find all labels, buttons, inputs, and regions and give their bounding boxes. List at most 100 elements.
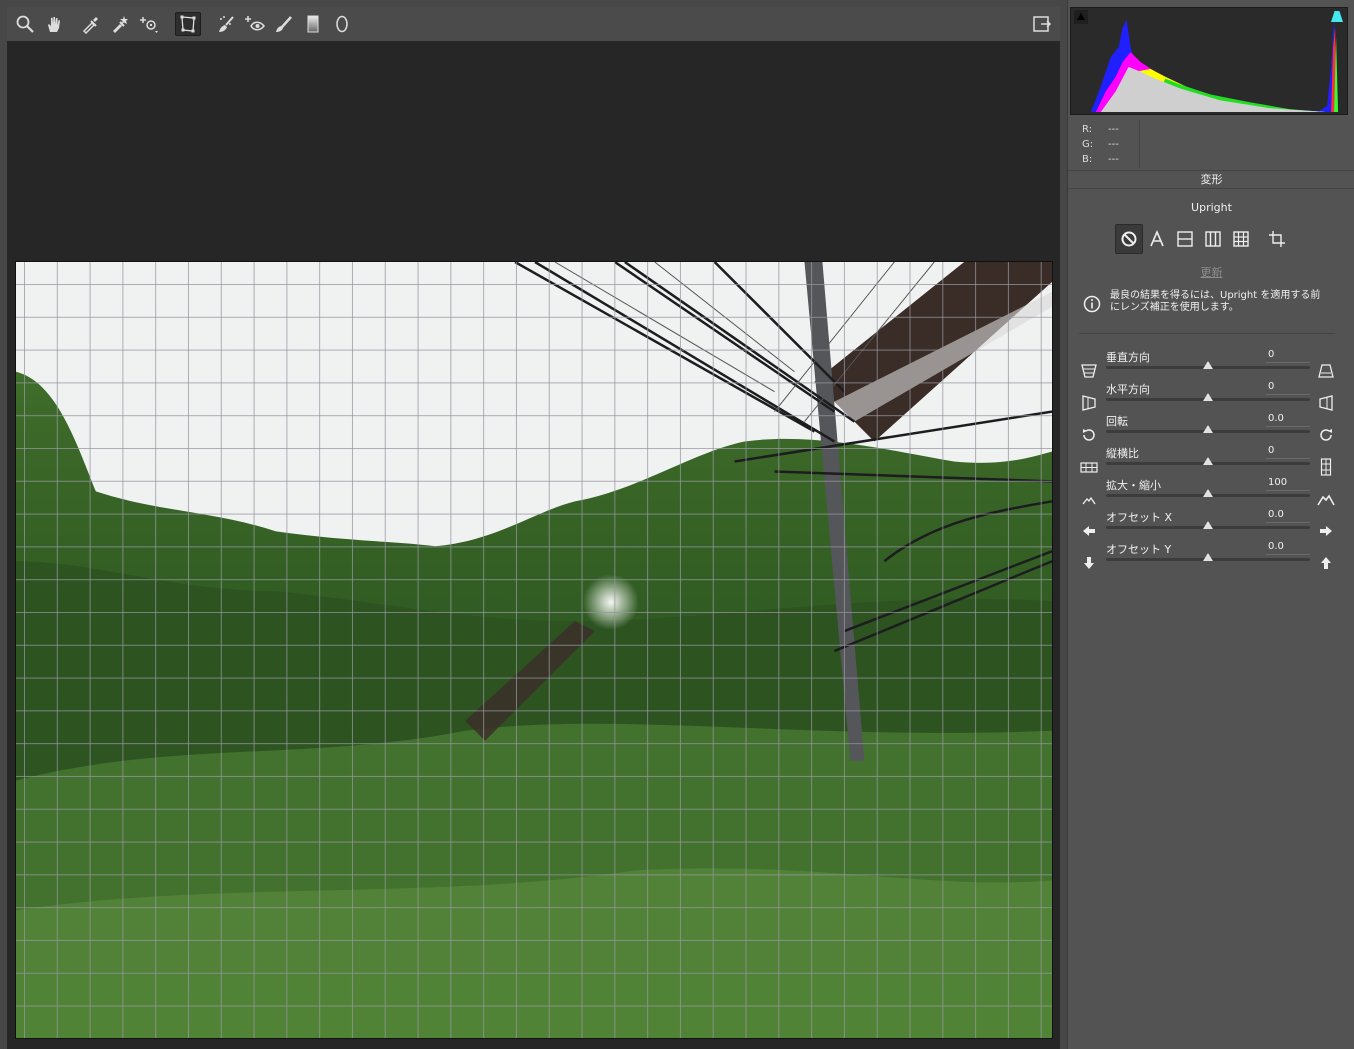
open-panel-button[interactable] [1029, 12, 1055, 36]
graduated-filter-icon [307, 15, 319, 33]
guided-crop-icon [1269, 231, 1285, 247]
info-text-line2: にレンズ補正を使用します。 [1110, 302, 1239, 313]
slider-thumb[interactable] [1203, 521, 1213, 529]
slider-label: 拡大・縮小 [1106, 479, 1161, 492]
slider-track[interactable] [1106, 521, 1310, 529]
slider-label: 水平方向 [1106, 383, 1150, 396]
slider-thumb[interactable] [1203, 489, 1213, 497]
rgb-readout: R: --- G: --- B: --- [1082, 122, 1119, 167]
target-adjust-icon [140, 17, 158, 33]
red-eye-tool[interactable] [242, 12, 268, 36]
full-grid-icon [1233, 231, 1249, 247]
slider-thumb[interactable] [1203, 393, 1213, 401]
slider-track[interactable] [1106, 361, 1310, 369]
slider-value[interactable]: 0 [1266, 349, 1310, 363]
slider-track[interactable] [1106, 393, 1310, 401]
info-message: 最良の結果を得るには、Upright を適用する前 にレンズ補正を使用します。 [1082, 290, 1344, 314]
targeted-adjustment-tool[interactable] [137, 12, 163, 36]
toolbar [7, 7, 1060, 41]
info-text-line1: 最良の結果を得るには、Upright を適用する前 [1110, 290, 1321, 301]
readout-divider [1139, 120, 1140, 168]
zoom-tool[interactable] [12, 12, 38, 36]
image-workspace [7, 7, 1060, 1049]
info-icon [1083, 295, 1101, 313]
slider-thumb[interactable] [1203, 361, 1213, 369]
slider-label: 縦横比 [1106, 447, 1139, 460]
b-value: --- [1108, 154, 1119, 165]
shadow-clipping-warning[interactable] [1074, 10, 1088, 24]
g-value: --- [1108, 139, 1119, 150]
histogram-graph [1090, 17, 1339, 113]
b-label: B: [1082, 154, 1093, 165]
aspect-tall-icon [1320, 458, 1332, 476]
radial-filter-icon [336, 15, 348, 33]
slider-value[interactable]: 0.0 [1266, 413, 1310, 427]
rotate-cw-icon [1320, 429, 1332, 441]
slider-value[interactable]: 0.0 [1266, 509, 1310, 523]
slider-offset-y: オフセット Y 0.0 [1068, 541, 1354, 573]
auto-a-icon [1150, 230, 1164, 247]
slider-rotate: 回転 0.0 [1068, 413, 1354, 445]
arrow-up-icon [1321, 557, 1331, 569]
slider-thumb[interactable] [1203, 457, 1213, 465]
rotate-ccw-icon [1083, 429, 1095, 441]
update-link[interactable]: 更新 [1068, 264, 1354, 280]
radial-filter-tool[interactable] [329, 12, 355, 36]
section-divider [1079, 333, 1335, 334]
slider-track[interactable] [1106, 457, 1310, 465]
spot-removal-tool[interactable] [213, 12, 239, 36]
upright-off-button[interactable] [1115, 224, 1143, 254]
graduated-filter-tool[interactable] [300, 12, 326, 36]
transform-tool[interactable] [175, 12, 201, 36]
slider-track[interactable] [1106, 553, 1310, 561]
eyedropper-icon [82, 17, 98, 34]
slider-track[interactable] [1106, 489, 1310, 497]
slider-label: オフセット Y [1106, 543, 1172, 556]
upright-level-button[interactable] [1171, 224, 1199, 254]
horizontal-perspective-alt-icon [1319, 395, 1333, 411]
slider-track[interactable] [1106, 425, 1310, 433]
color-sampler-tool[interactable] [107, 12, 133, 36]
slider-label: 回転 [1106, 415, 1128, 428]
slider-value[interactable]: 0 [1266, 445, 1310, 459]
magnifier-icon [16, 15, 34, 33]
spot-removal-icon [219, 16, 234, 32]
color-sampler-icon [113, 16, 128, 33]
slider-aspect: 縦横比 0 [1068, 445, 1354, 477]
aspect-wide-icon [1080, 462, 1098, 473]
camera-raw-window: R: --- G: --- B: --- 変形 Upright 更新 最良の結果… [0, 0, 1354, 1049]
white-balance-tool[interactable] [78, 12, 104, 36]
vertical-perspective-alt-icon [1318, 364, 1334, 378]
photo-preview[interactable] [15, 261, 1053, 1039]
transform-icon [180, 15, 196, 33]
g-label: G: [1082, 139, 1094, 150]
upright-full-button[interactable] [1227, 224, 1255, 254]
vertical-icon [1205, 231, 1221, 247]
upright-buttons [1115, 224, 1291, 254]
slider-value[interactable]: 0.0 [1266, 541, 1310, 555]
slider-scale: 拡大・縮小 100 [1068, 477, 1354, 509]
upright-vertical-button[interactable] [1199, 224, 1227, 254]
no-symbol-icon [1121, 231, 1137, 247]
slider-thumb[interactable] [1203, 425, 1213, 433]
upright-label: Upright [1191, 201, 1232, 214]
arrow-down-icon [1084, 557, 1094, 569]
scale-large-icon [1317, 494, 1335, 506]
slider-value[interactable]: 100 [1266, 477, 1310, 491]
histogram [1070, 7, 1348, 115]
slider-thumb[interactable] [1203, 553, 1213, 561]
level-icon [1177, 231, 1193, 247]
adjustment-brush-tool[interactable] [271, 12, 297, 36]
highlight-clipping-warning[interactable] [1330, 10, 1344, 24]
brush-icon [276, 16, 292, 32]
slider-vertical: 垂直方向 0 [1068, 349, 1354, 381]
hand-icon [48, 17, 60, 32]
right-panel: R: --- G: --- B: --- 変形 Upright 更新 最良の結果… [1067, 0, 1354, 1049]
slider-label: 垂直方向 [1106, 351, 1150, 364]
panel-title: 変形 [1068, 170, 1354, 189]
slider-value[interactable]: 0 [1266, 381, 1310, 395]
arrow-left-icon [1083, 526, 1095, 536]
upright-auto-button[interactable] [1143, 224, 1171, 254]
hand-tool[interactable] [41, 12, 67, 36]
upright-guided-button[interactable] [1263, 224, 1291, 254]
